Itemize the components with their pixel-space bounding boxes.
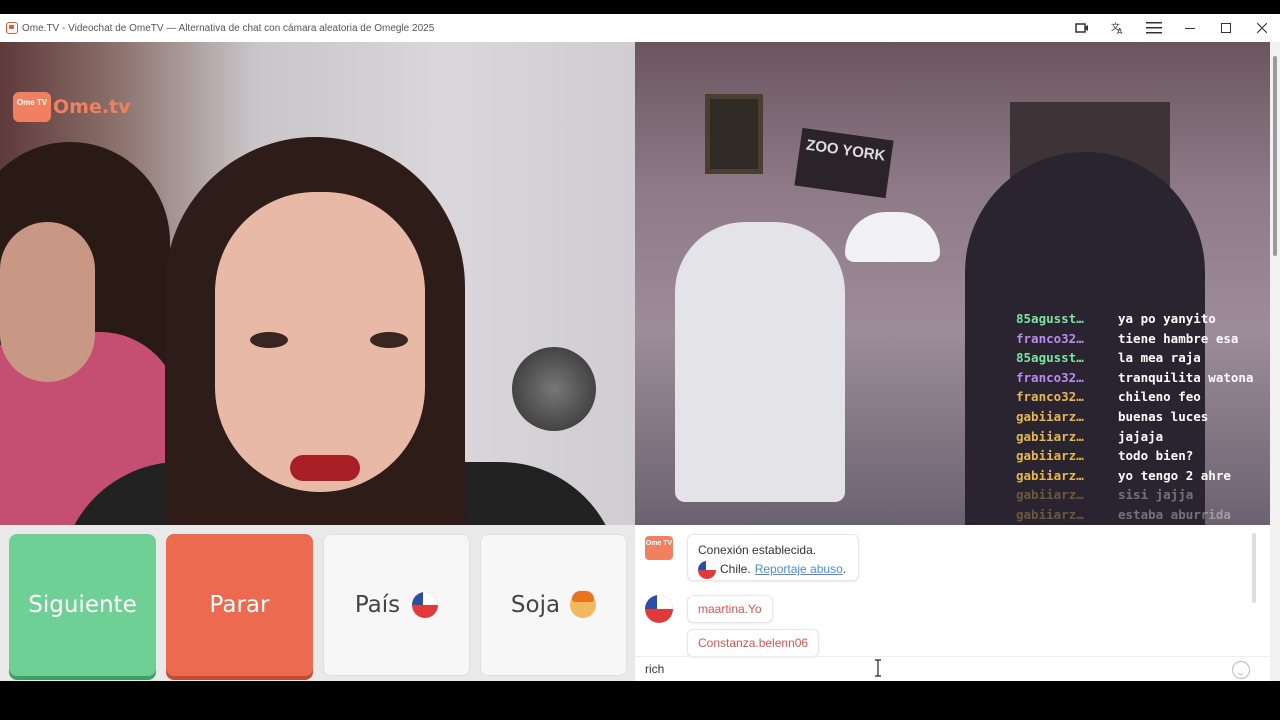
partner-flag-avatar [645,595,673,623]
video-eye [250,332,288,348]
minimize-icon[interactable] [1172,14,1208,42]
chat-scrollbar[interactable] [1252,533,1256,603]
close-icon[interactable] [1244,14,1280,42]
stream-chat-text: sisi jajja [1118,487,1194,503]
translate-icon[interactable]: 文A [1100,14,1136,42]
page-scrollbar-thumb[interactable] [1273,56,1277,256]
chat-input-row [635,656,1280,681]
chat-panel: Ome TV Conexión establecida. Chile. Repo… [635,525,1280,681]
stream-chat-text: tiene hambre esa [1118,330,1239,346]
stream-chat-text: ya po yanyito [1118,311,1216,326]
stream-chat-text: chileno feo [1118,389,1201,405]
window-titlebar: Ome.TV - Videochat de OmeTV — Alternativ… [0,14,1280,42]
screen-top-border [0,0,1280,14]
stream-chat-username: gabiiarz… [1016,487,1084,503]
next-button-label: Siguiente [28,592,137,618]
report-abuse-suffix: . [842,562,847,576]
stream-chat-row: franco32… tranquilita watona [1016,370,1280,385]
stream-chat-overlay: 85agusst… ya po yanyito franco32… tiene ham… [1016,311,1280,546]
menu-icon[interactable] [1136,14,1172,42]
stop-button-label: Parar [209,592,270,618]
chat-message: Constanza.belenn06 [687,629,820,657]
screen-bottom-border [0,681,1280,720]
svg-text:A: A [1117,27,1123,35]
stream-chat-row: 85agusst… la mea raja [1016,350,1280,365]
chat-message: maartina.Yo [687,595,773,623]
connection-country: Chile. [720,562,751,576]
stream-chat-username: gabiiarz… [1016,506,1084,522]
logo-text: Ome.tv [53,96,131,118]
chat-input[interactable] [645,662,1205,676]
stream-chat-username: gabiiarz… [1016,408,1084,424]
video-person-white-shirt [675,222,845,502]
stream-chat-row: gabiiarz… yo tengo 2 ahre [1016,468,1280,483]
stream-chat-username: franco32… [1016,330,1084,346]
stream-chat-row: gabiiarz… sisi jajja [1016,487,1280,502]
stream-chat-username: gabiiarz… [1016,428,1084,444]
emoji-icon[interactable] [1232,661,1250,679]
stream-chat-text: tranquilita watona [1118,369,1254,385]
maximize-icon[interactable] [1208,14,1244,42]
controls-panel: Siguiente Parar País Soja [0,525,635,681]
connection-country-row: Chile. Reportaje abuso. [698,560,848,579]
country-button-label: País [354,592,401,618]
stream-chat-row: gabiiarz… jajaja [1016,429,1280,444]
country-button[interactable]: País [323,534,470,676]
video-person-cap [845,212,940,262]
stream-chat-text: todo bien? [1118,448,1194,464]
stream-chat-username: 85agusst… [1016,311,1084,326]
ometv-logo[interactable]: Ome TV Ome.tv [13,92,131,122]
video-wall-sign: ZOO YORK [794,127,894,199]
stream-chat-row: 85agusst… ya po yanyito [1016,311,1280,326]
stream-chat-username: gabiiarz… [1016,448,1084,464]
stream-chat-text: buenas luces [1118,408,1209,424]
gender-button[interactable]: Soja [480,534,627,676]
stream-chat-row: franco32… tiene hambre esa [1016,331,1280,346]
stream-chat-username: 85agusst… [1016,350,1084,366]
stream-chat-text: jajaja [1118,428,1164,444]
stream-chat-text: estaba aburrida [1118,506,1231,522]
boy-face-icon [570,591,597,618]
page-scrollbar[interactable] [1270,42,1280,681]
stop-button[interactable]: Parar [166,534,313,676]
ometv-chat-logo: Ome TV [645,536,673,560]
video-lips [290,455,360,481]
stream-chat-row: gabiiarz… buenas luces [1016,409,1280,424]
self-video: Ome TV Ome.tv [0,42,635,525]
chile-flag-icon [412,592,439,618]
stream-chat-username: gabiiarz… [1016,467,1084,483]
stream-chat-row: gabiiarz… estaba aburrida [1016,507,1280,522]
stream-chat-username: franco32… [1016,389,1084,405]
video-eye [370,332,408,348]
video-colander [512,347,596,431]
connection-text: Conexión establecida. [698,543,817,557]
window-controls: 文A [1064,14,1280,42]
app-icon [6,22,18,34]
stream-chat-row: gabiiarz… todo bien? [1016,448,1280,463]
chile-flag-icon [698,560,716,579]
camera-icon[interactable] [1064,14,1100,42]
stream-chat-text: la mea raja [1118,350,1201,366]
next-button[interactable]: Siguiente [9,534,156,676]
report-abuse-link[interactable]: Reportaje abuso [755,560,843,579]
logo-tv-box: Ome TV [13,92,51,122]
text-cursor-icon [875,659,881,677]
video-wall-picture [705,94,763,174]
stream-chat-row: franco32… chileno feo [1016,389,1280,404]
stream-chat-username: franco32… [1016,369,1084,385]
window-title: Ome.TV - Videochat de OmeTV — Alternativ… [22,22,435,34]
gender-button-label: Soja [510,592,561,618]
video-person-face [0,222,95,382]
stream-chat-text: yo tengo 2 ahre [1118,467,1231,483]
connection-message: Conexión establecida. Chile. Reportaje a… [687,534,859,581]
